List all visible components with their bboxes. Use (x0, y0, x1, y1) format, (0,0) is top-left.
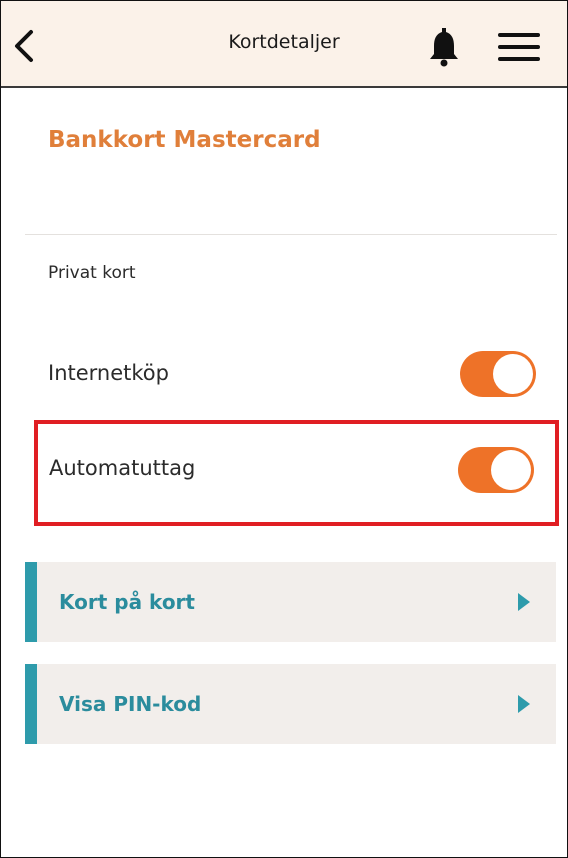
notifications-button[interactable] (429, 25, 459, 67)
bell-icon (430, 28, 458, 67)
row-accent-bar (25, 664, 37, 744)
card-name-heading: Bankkort Mastercard (48, 127, 321, 153)
card-type-label: Privat kort (48, 263, 136, 283)
page-title: Kortdetaljer (228, 31, 340, 53)
internet-purchase-label: Internetköp (48, 361, 169, 385)
atm-withdrawal-label: Automatuttag (49, 456, 196, 480)
toggle-knob (491, 450, 531, 490)
card-on-card-link[interactable]: Kort på kort (25, 562, 556, 642)
internet-purchase-toggle[interactable] (460, 351, 536, 397)
app-screen: Kortdetaljer Bankkort Mastercard Privat … (0, 0, 568, 858)
menu-button[interactable] (497, 31, 541, 63)
show-pin-label: Visa PIN-kod (59, 692, 202, 716)
hamburger-menu-icon (498, 33, 540, 61)
toggle-knob (493, 354, 533, 394)
chevron-right-icon (518, 695, 530, 713)
chevron-right-icon (518, 593, 530, 611)
show-pin-link[interactable]: Visa PIN-kod (25, 664, 556, 744)
card-on-card-label: Kort på kort (59, 590, 195, 614)
atm-withdrawal-toggle[interactable] (458, 447, 534, 493)
section-divider (25, 234, 557, 235)
navigation-bar: Kortdetaljer (1, 1, 567, 88)
row-accent-bar (25, 562, 37, 642)
